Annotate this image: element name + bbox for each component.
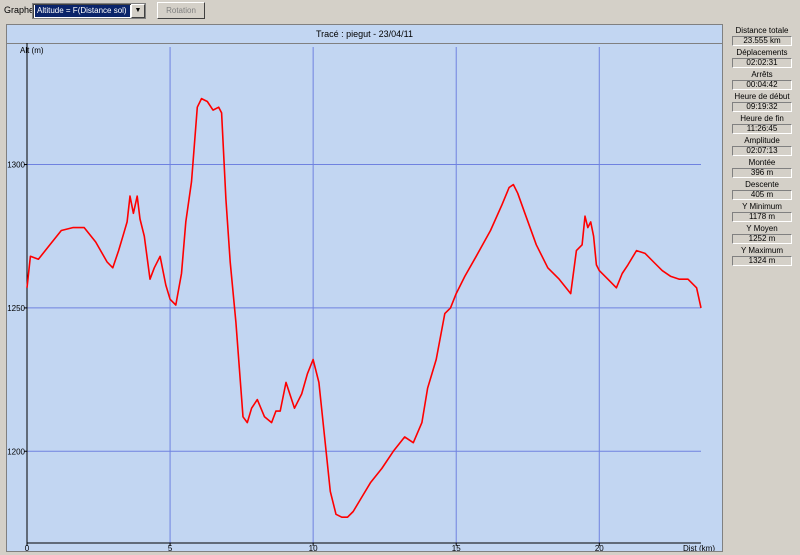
x-tick-label: 20 xyxy=(595,544,604,551)
stat-label: Amplitude xyxy=(744,136,780,145)
toolbar: Graphe Altitude = F(Distance sol) ▼ Rota… xyxy=(0,0,800,22)
x-axis-label: Dist (km) xyxy=(683,544,715,551)
graph-label: Graphe xyxy=(4,5,35,15)
stat-label: Descente xyxy=(745,180,779,189)
y-tick-label: 1300 xyxy=(7,161,25,170)
stat-value: 11:26:45 xyxy=(732,124,792,134)
stat-value: 23.555 km xyxy=(732,36,792,46)
altitude-chart: 0 5 10 15 20 1200 1250 1300 Alt (m) Dist (km) xyxy=(7,43,715,551)
graph-type-selected-value: Altitude = F(Distance sol) xyxy=(35,5,130,17)
stat-label: Y Minimum xyxy=(742,202,782,211)
dropdown-arrow-icon[interactable]: ▼ xyxy=(131,4,145,18)
stat-value: 09:19:32 xyxy=(732,102,792,112)
y-tick-label: 1250 xyxy=(7,304,25,313)
stat-label: Montée xyxy=(748,158,776,167)
graph-type-select[interactable]: Altitude = F(Distance sol) ▼ xyxy=(32,3,146,19)
x-tick-label: 5 xyxy=(168,544,173,551)
stat-value: 1178 m xyxy=(732,212,792,222)
stat-label: Déplacements xyxy=(736,48,788,57)
stat-value: 1324 m xyxy=(732,256,792,266)
x-tick-label: 10 xyxy=(309,544,318,551)
rotation-button[interactable]: Rotation xyxy=(157,2,205,19)
x-tick-label: 0 xyxy=(25,544,30,551)
stat-label: Y Moyen xyxy=(746,224,778,233)
chart-panel: Tracé : piegut - 23/04/11 0 5 10 15 20 1200 12… xyxy=(6,24,723,552)
stat-label: Y Maximum xyxy=(740,246,784,255)
y-axis-label: Alt (m) xyxy=(20,46,44,55)
stats-panel: Distance totale 23.555 km Déplacements 02:0… xyxy=(726,24,798,266)
y-tick-label: 1200 xyxy=(7,447,25,456)
x-tick-label: 15 xyxy=(452,544,461,551)
stat-label: Heure de fin xyxy=(740,114,784,123)
stat-value: 396 m xyxy=(732,168,792,178)
stat-label: Arrêts xyxy=(751,70,773,79)
stat-value: 02:02:31 xyxy=(732,58,792,68)
stat-value: 405 m xyxy=(732,190,792,200)
stat-label: Heure de début xyxy=(734,92,790,101)
stat-value: 02:07:13 xyxy=(732,146,792,156)
stat-value: 00:04:42 xyxy=(732,80,792,90)
stat-value: 1252 m xyxy=(732,234,792,244)
stat-label: Distance totale xyxy=(735,26,789,35)
